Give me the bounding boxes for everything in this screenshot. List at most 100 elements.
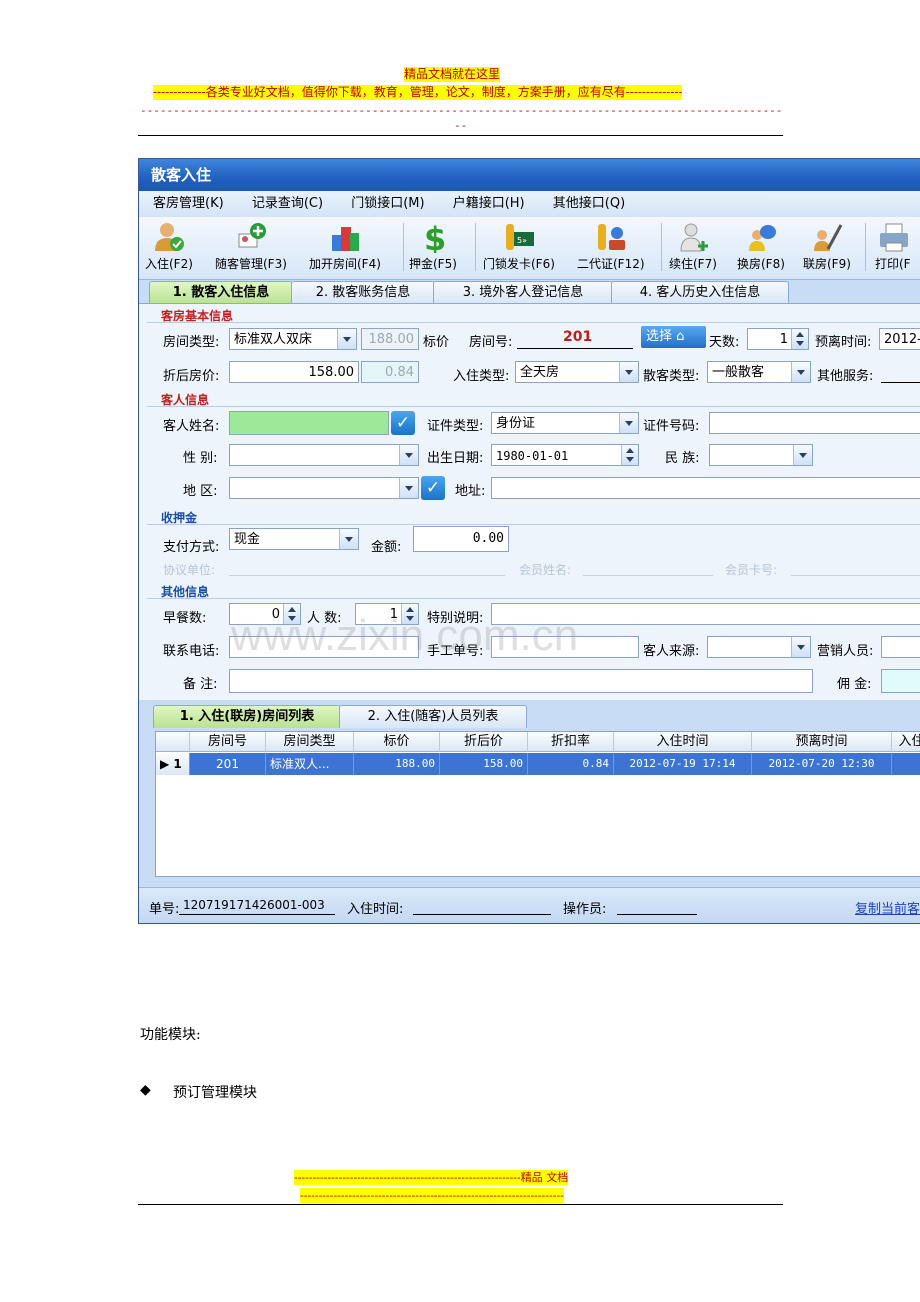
menu-other-interface[interactable]: 其他接口(Q) <box>553 196 625 211</box>
check-icon[interactable]: ✓ <box>421 476 445 500</box>
print-button[interactable]: 打印(F <box>875 221 911 272</box>
id-card-button[interactable]: 二代证(F12) <box>577 221 645 272</box>
remark-input[interactable] <box>229 669 813 693</box>
companion-manage-button[interactable]: 随客管理(F3) <box>215 221 287 272</box>
column-header[interactable]: 折后价 <box>440 732 528 752</box>
tab-account-info[interactable]: 2. 散客账务信息 <box>291 281 435 304</box>
column-header[interactable]: 标价 <box>354 732 440 752</box>
add-room-button[interactable]: 加开房间(F4) <box>309 221 381 272</box>
cell-discount-rate: 0.84 <box>528 753 614 775</box>
link-rooms-icon <box>813 224 843 251</box>
window-titlebar: 散客入住 <box>139 159 920 191</box>
chevron-down-icon[interactable] <box>399 478 418 498</box>
extend-stay-label: 续住(F7) <box>669 257 717 271</box>
menu-census-interface[interactable]: 户籍接口(H) <box>453 196 525 211</box>
guest-source-select[interactable] <box>707 636 811 658</box>
tab-history[interactable]: 4. 客人历史入住信息 <box>611 281 789 304</box>
ethnic-label: 民 族: <box>665 451 700 466</box>
id-no-label: 证件号码: <box>643 419 700 434</box>
leave-time-label: 预离时间: <box>815 335 872 350</box>
chevron-down-icon[interactable] <box>339 529 358 549</box>
checkin-window: 散客入住 客房管理(K) 记录查询(C) 门锁接口(M) 户籍接口(H) 其他接… <box>138 158 920 924</box>
discount-price-label: 折后房价: <box>163 369 220 384</box>
add-room-label: 加开房间(F4) <box>309 257 381 271</box>
chevron-down-icon[interactable] <box>791 362 810 382</box>
row-marker: ▶ 1 <box>156 753 190 775</box>
column-header[interactable]: 折扣率 <box>528 732 614 752</box>
leave-time-field[interactable]: 2012- <box>879 328 920 350</box>
select-room-button[interactable]: 选择 ⌂ <box>641 326 706 348</box>
tab-foreign-guest[interactable]: 3. 境外客人登记信息 <box>433 281 613 304</box>
menu-room-management[interactable]: 客房管理(K) <box>153 196 224 211</box>
agreement-underline <box>229 575 505 576</box>
link-rooms-button[interactable]: 联房(F9) <box>803 221 851 272</box>
add-guest-icon <box>238 223 266 248</box>
column-header[interactable]: 房间类型 <box>266 732 354 752</box>
guest-name-input[interactable] <box>229 411 389 435</box>
discount-price-field[interactable]: 158.00 <box>229 361 359 383</box>
pay-method-select[interactable]: 现金 <box>229 528 359 550</box>
checkin-type-select[interactable]: 全天房 <box>515 361 639 383</box>
chevron-down-icon[interactable] <box>619 362 638 382</box>
address-input[interactable] <box>491 477 920 499</box>
days-stepper[interactable]: 1 <box>747 328 809 350</box>
check-icon[interactable]: ✓ <box>391 411 415 435</box>
section-divider <box>147 406 920 407</box>
chevron-down-icon[interactable] <box>399 445 418 465</box>
menu-bar: 客房管理(K) 记录查询(C) 门锁接口(M) 户籍接口(H) 其他接口(Q) <box>139 191 920 217</box>
id-no-input[interactable] <box>709 412 920 434</box>
modules-heading: 功能模块: <box>140 1027 201 1043</box>
days-label: 天数: <box>709 335 740 350</box>
order-no-label: 单号: <box>149 902 180 917</box>
dollar-icon: $ <box>424 221 446 253</box>
tab-companion-list[interactable]: 2. 入住(随客)人员列表 <box>339 705 527 728</box>
standard-price-label: 标价 <box>423 335 450 350</box>
gender-select[interactable] <box>229 444 419 466</box>
checkin-button[interactable]: 入住(F2) <box>145 221 193 272</box>
menu-record-query[interactable]: 记录查询(C) <box>252 196 323 211</box>
room-no-label: 房间号: <box>469 335 513 350</box>
tab-checkin-info[interactable]: 1. 散客入住信息 <box>149 281 293 304</box>
id-type-select[interactable]: 身份证 <box>491 412 639 434</box>
column-header[interactable]: 房间号 <box>190 732 266 752</box>
guest-type-select[interactable]: 一般散客 <box>707 361 811 383</box>
checkin-type-value: 全天房 <box>520 365 560 380</box>
chevron-down-icon[interactable] <box>793 445 812 465</box>
change-room-label: 换房(F8) <box>737 257 785 271</box>
lock-card-button[interactable]: 5» 门锁发卡(F6) <box>483 221 555 272</box>
print-label: 打印(F <box>875 257 911 271</box>
column-header[interactable]: 入住时间 <box>614 732 752 752</box>
gender-label: 性 别: <box>183 451 218 466</box>
cell-checkin-extra <box>892 753 920 775</box>
guest-name-label: 客人姓名: <box>163 419 220 434</box>
commission-input[interactable] <box>881 669 920 693</box>
spinner-icon[interactable] <box>791 329 808 349</box>
change-room-button[interactable]: 换房(F8) <box>737 221 785 272</box>
id-type-value: 身份证 <box>496 416 536 431</box>
toolbar-separator <box>865 223 866 271</box>
birth-date-field[interactable]: 1980-01-01 <box>491 444 639 466</box>
column-header[interactable]: 预离时间 <box>752 732 892 752</box>
pay-method-value: 现金 <box>234 532 261 547</box>
bullet-icon: ◆ <box>140 1082 151 1098</box>
header-dash-tail: -- <box>454 119 468 132</box>
room-type-select[interactable]: 标准双人双床 <box>229 328 357 350</box>
amount-input[interactable]: 0.00 <box>413 526 509 552</box>
chevron-down-icon[interactable] <box>337 329 356 349</box>
copy-current-guest-link[interactable]: 复制当前客 <box>855 898 920 917</box>
menu-lock-interface[interactable]: 门锁接口(M) <box>351 196 424 211</box>
region-select[interactable] <box>229 477 419 499</box>
companion-manage-label: 随客管理(F3) <box>215 257 287 271</box>
ethnic-select[interactable] <box>709 444 813 466</box>
column-header[interactable]: 入住 <box>892 732 920 752</box>
extend-stay-button[interactable]: 续住(F7) <box>669 221 717 272</box>
chevron-down-icon[interactable] <box>791 637 810 657</box>
deposit-button[interactable]: $ 押金(F5) <box>409 221 457 272</box>
spinner-icon[interactable] <box>621 445 638 465</box>
cell-room-type: 标准双人... <box>266 753 354 775</box>
pay-method-label: 支付方式: <box>163 540 220 555</box>
chevron-down-icon[interactable] <box>619 413 638 433</box>
tab-room-list[interactable]: 1. 入住(联房)房间列表 <box>153 705 341 728</box>
key-card-icon: 5» <box>505 224 534 250</box>
sales-person-input[interactable] <box>881 636 920 658</box>
